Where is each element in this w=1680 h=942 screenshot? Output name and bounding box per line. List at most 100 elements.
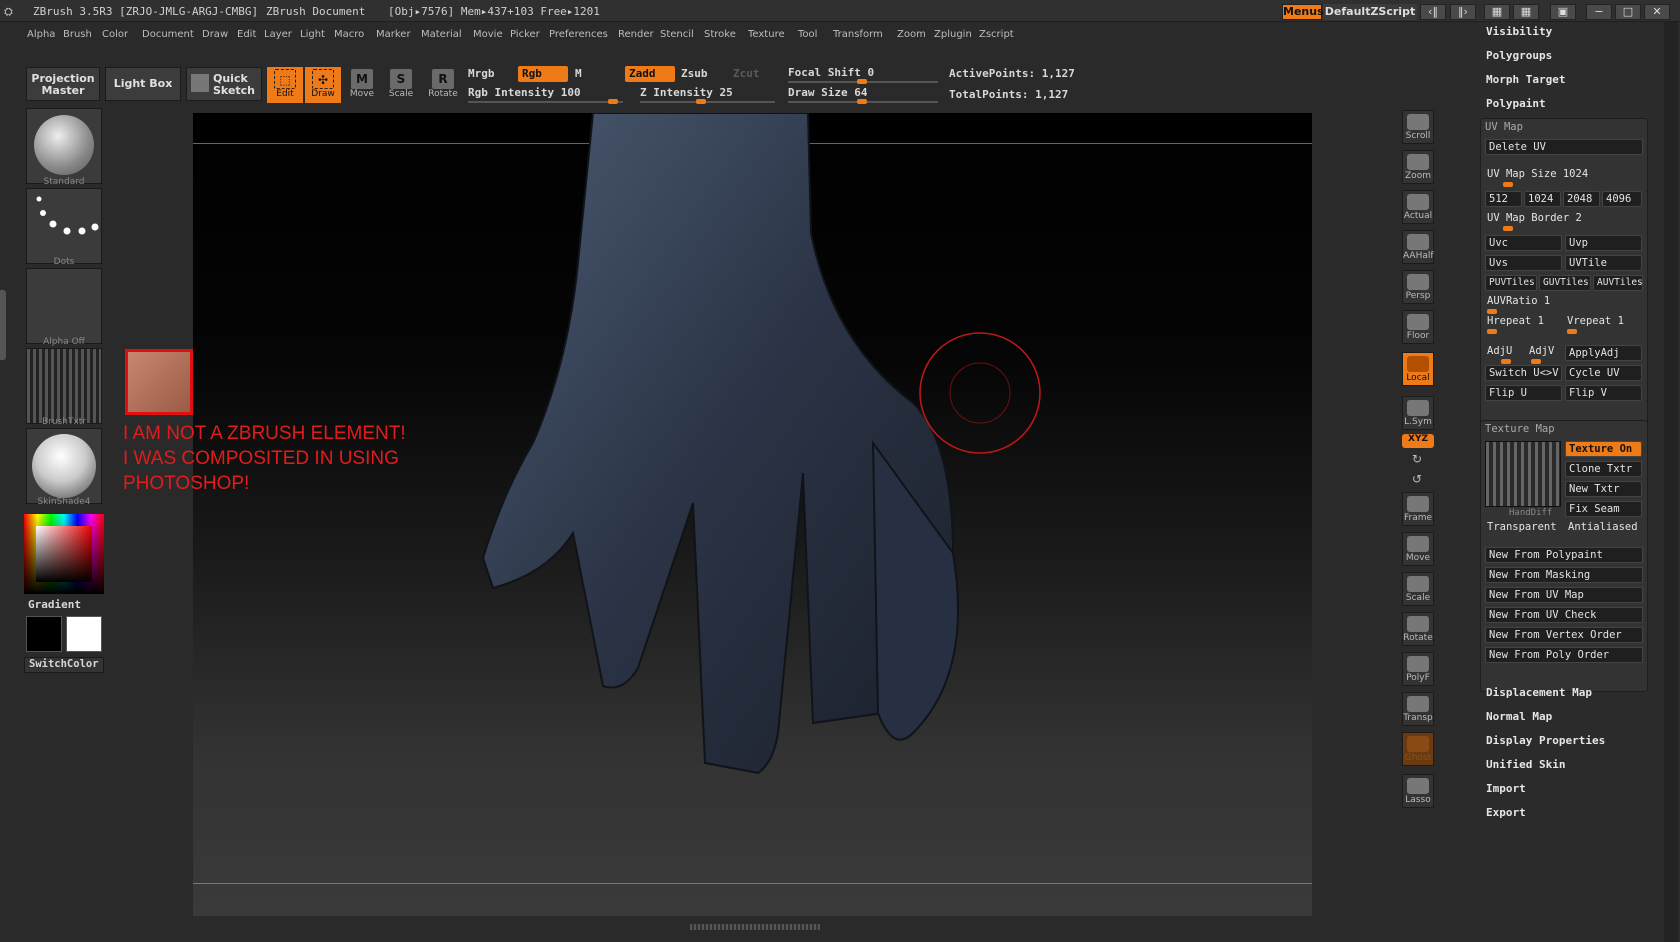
- stroke-thumbnail[interactable]: [26, 188, 102, 264]
- new-txtr-button[interactable]: New Txtr: [1565, 481, 1642, 497]
- transp-button[interactable]: Transp: [1402, 692, 1434, 726]
- puvtiles-button[interactable]: PUVTiles: [1485, 275, 1537, 291]
- menu-preferences[interactable]: Preferences: [549, 29, 608, 40]
- import-section[interactable]: Import: [1486, 782, 1526, 795]
- menus-button[interactable]: Menus: [1282, 4, 1324, 20]
- normal-map-section[interactable]: Normal Map: [1486, 710, 1552, 723]
- alpha-thumbnail[interactable]: [26, 268, 102, 344]
- scroll-button[interactable]: Scroll: [1402, 110, 1434, 144]
- texture-thumbnail[interactable]: [26, 348, 102, 424]
- menu-zscript[interactable]: Zscript: [979, 29, 1014, 40]
- menu-texture[interactable]: Texture: [748, 29, 785, 40]
- move-view-button[interactable]: Move: [1402, 532, 1434, 566]
- rotate-axis-icon[interactable]: ↻: [1412, 452, 1422, 466]
- lasso-button[interactable]: Lasso: [1402, 774, 1434, 808]
- uv-map-border-thumb[interactable]: [1503, 226, 1513, 231]
- z-intensity-slider[interactable]: [640, 101, 775, 103]
- uvs-button[interactable]: Uvs: [1485, 255, 1562, 271]
- xyz-toggle[interactable]: XYZ: [1402, 434, 1434, 448]
- display-properties-section[interactable]: Display Properties: [1486, 734, 1605, 747]
- delete-uv-button[interactable]: Delete UV: [1485, 139, 1643, 155]
- lightbox-button[interactable]: Light Box: [105, 67, 181, 101]
- uv-size-4096[interactable]: 4096: [1602, 191, 1642, 207]
- menu-zoom[interactable]: Zoom: [897, 29, 926, 40]
- rotate-button[interactable]: R Rotate: [425, 67, 461, 103]
- zadd-toggle[interactable]: Zadd: [625, 66, 675, 82]
- fix-seam-button[interactable]: Fix Seam: [1565, 501, 1642, 517]
- menu-draw[interactable]: Draw: [202, 29, 228, 40]
- uv-size-1024[interactable]: 1024: [1524, 191, 1561, 207]
- polyf-button[interactable]: PolyF: [1402, 652, 1434, 686]
- adjv-thumb[interactable]: [1531, 359, 1541, 364]
- zsub-toggle[interactable]: Zsub: [681, 67, 708, 80]
- menu-layer[interactable]: Layer: [264, 29, 292, 40]
- scale-view-button[interactable]: Scale: [1402, 572, 1434, 606]
- focal-shift-thumb[interactable]: [857, 79, 867, 84]
- menu-tool[interactable]: Tool: [798, 29, 817, 40]
- menu-brush[interactable]: Brush: [63, 29, 92, 40]
- menu-picker[interactable]: Picker: [510, 29, 540, 40]
- persp-button[interactable]: Persp: [1402, 270, 1434, 304]
- palette-scrollbar[interactable]: [1664, 22, 1678, 942]
- floor-button[interactable]: Floor: [1402, 310, 1434, 344]
- cycle-uv-button[interactable]: Cycle UV: [1565, 365, 1642, 381]
- new-from-masking-button[interactable]: New From Masking: [1485, 567, 1643, 583]
- polygroups-section[interactable]: Polygroups: [1486, 49, 1552, 62]
- export-section[interactable]: Export: [1486, 806, 1526, 819]
- scale-button[interactable]: S Scale: [383, 67, 419, 103]
- secondary-color-swatch[interactable]: [66, 616, 102, 652]
- texture-on-button[interactable]: Texture On: [1565, 441, 1642, 457]
- actual-button[interactable]: Actual: [1402, 190, 1434, 224]
- brush-thumbnail[interactable]: [26, 108, 102, 184]
- menu-material[interactable]: Material: [421, 29, 462, 40]
- left-tray-handle[interactable]: [0, 290, 6, 360]
- aahalf-button[interactable]: AAHalf: [1402, 230, 1434, 264]
- primary-color-swatch[interactable]: [26, 616, 62, 652]
- uv-map-title[interactable]: UV Map: [1485, 121, 1523, 133]
- menu-stencil[interactable]: Stencil: [660, 29, 694, 40]
- menu-document[interactable]: Document: [142, 29, 194, 40]
- rgb-intensity-thumb[interactable]: [608, 99, 618, 104]
- flip-v-button[interactable]: Flip V: [1565, 385, 1642, 401]
- menu-render[interactable]: Render: [618, 29, 654, 40]
- menu-light[interactable]: Light: [300, 29, 325, 40]
- adju-thumb[interactable]: [1501, 359, 1511, 364]
- morph-target-section[interactable]: Morph Target: [1486, 73, 1565, 86]
- menu-zplugin[interactable]: Zplugin: [934, 29, 972, 40]
- gradient-label[interactable]: Gradient: [28, 598, 81, 611]
- projection-master-button[interactable]: Projection Master: [26, 67, 100, 101]
- auvtiles-button[interactable]: AUVTiles: [1593, 275, 1643, 291]
- quick-sketch-button[interactable]: Quick Sketch: [186, 67, 262, 101]
- local-button[interactable]: Local: [1402, 352, 1434, 386]
- maximize-icon[interactable]: □: [1615, 4, 1641, 20]
- color-picker[interactable]: [24, 514, 104, 594]
- rotate-axis2-icon[interactable]: ↺: [1412, 472, 1422, 486]
- texture-map-thumbnail[interactable]: [1485, 441, 1561, 507]
- shelf-right-icon[interactable]: ‖›: [1450, 4, 1476, 20]
- menu-stroke[interactable]: Stroke: [704, 29, 736, 40]
- new-from-uv-map-button[interactable]: New From UV Map: [1485, 587, 1643, 603]
- switch-color-button[interactable]: SwitchColor: [24, 657, 104, 673]
- hrepeat-thumb[interactable]: [1487, 329, 1497, 334]
- default-zscript-button[interactable]: DefaultZScript: [1323, 4, 1417, 20]
- uv-size-512[interactable]: 512: [1485, 191, 1522, 207]
- polypaint-section[interactable]: Polypaint: [1486, 97, 1546, 110]
- vrepeat-thumb[interactable]: [1567, 329, 1577, 334]
- edit-button[interactable]: ⬚ Edit: [267, 67, 303, 103]
- menu-movie[interactable]: Movie: [473, 29, 503, 40]
- new-from-vertex-order-button[interactable]: New From Vertex Order: [1485, 627, 1643, 643]
- ghost-button[interactable]: Ghost: [1402, 732, 1434, 766]
- close-icon[interactable]: ✕: [1644, 4, 1670, 20]
- texture-map-title[interactable]: Texture Map: [1485, 423, 1555, 435]
- rgb-intensity-slider[interactable]: [468, 101, 623, 103]
- document-canvas[interactable]: [193, 113, 1312, 916]
- rotate-view-button[interactable]: Rotate: [1402, 612, 1434, 646]
- m-toggle[interactable]: M: [575, 67, 582, 80]
- z-intensity-thumb[interactable]: [696, 99, 706, 104]
- color-square[interactable]: [36, 526, 92, 582]
- zcut-toggle[interactable]: Zcut: [733, 67, 760, 80]
- frame-button[interactable]: Frame: [1402, 492, 1434, 526]
- draw-size-thumb[interactable]: [857, 99, 867, 104]
- zoom-button[interactable]: Zoom: [1402, 150, 1434, 184]
- auvratio-thumb[interactable]: [1487, 309, 1497, 314]
